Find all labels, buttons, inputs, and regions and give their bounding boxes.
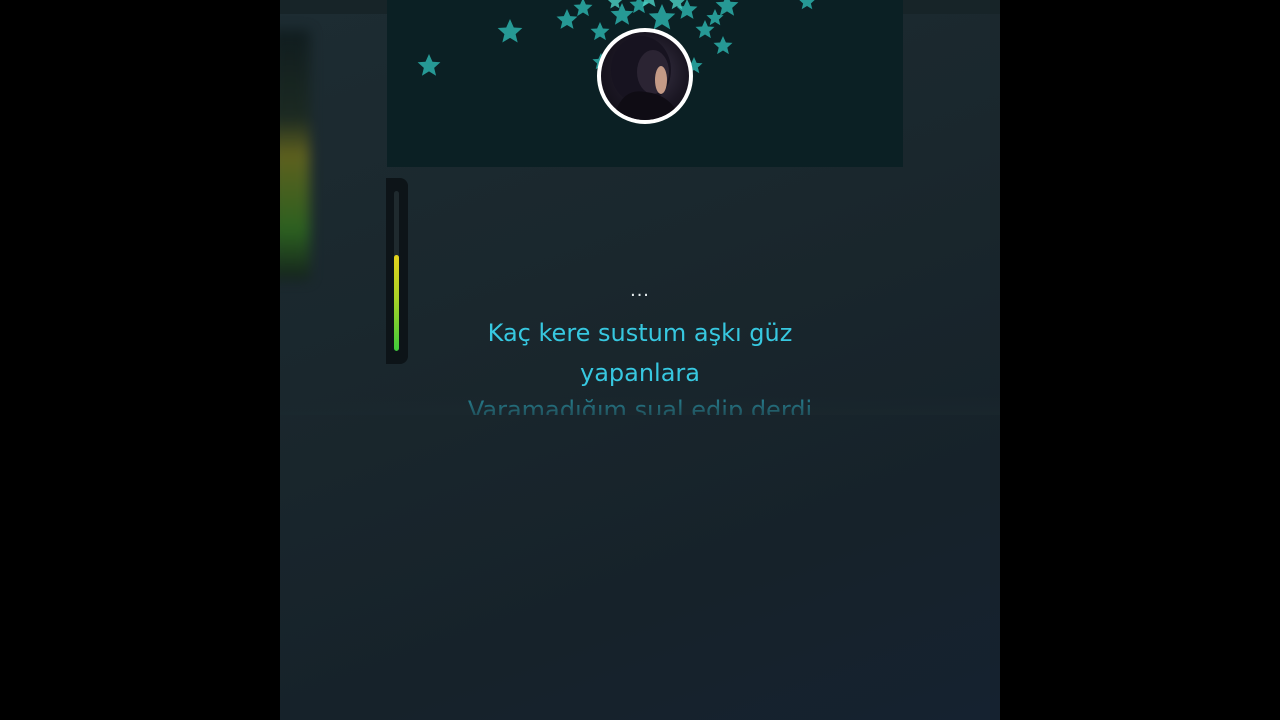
lyric-current-line-1: Kaç kere sustum aşkı güz bbox=[487, 319, 793, 347]
avatar[interactable] bbox=[597, 28, 693, 124]
video-frame: ... Kaç kere sustum aşkı güz yapanlara V… bbox=[280, 0, 1000, 720]
lyric-next-text: Varamadığım sual edip derdi bbox=[467, 396, 813, 415]
star-icon bbox=[573, 0, 593, 17]
star-icon bbox=[715, 0, 739, 16]
lyric-dots: ... bbox=[630, 279, 650, 301]
profile-photo-icon bbox=[611, 36, 681, 120]
star-icon bbox=[556, 9, 578, 29]
star-icon bbox=[590, 22, 610, 41]
star-icon bbox=[798, 0, 816, 10]
lyric-current-line-2: yapanlara bbox=[579, 359, 700, 387]
header-banner bbox=[387, 0, 903, 167]
lyric-current-line: Kaç kere sustum aşkı güz yapanlara bbox=[280, 313, 1000, 393]
background-blur bbox=[280, 30, 310, 280]
star-icon bbox=[497, 19, 523, 43]
star-icon bbox=[713, 36, 733, 55]
star-icon bbox=[417, 54, 441, 76]
star-icon bbox=[610, 2, 634, 25]
lyrics-panel: ... Kaç kere sustum aşkı güz yapanlara V… bbox=[280, 280, 1000, 415]
lyric-next-line: Varamadığım sual edip derdi bbox=[280, 395, 1000, 415]
star-icon bbox=[648, 4, 676, 30]
